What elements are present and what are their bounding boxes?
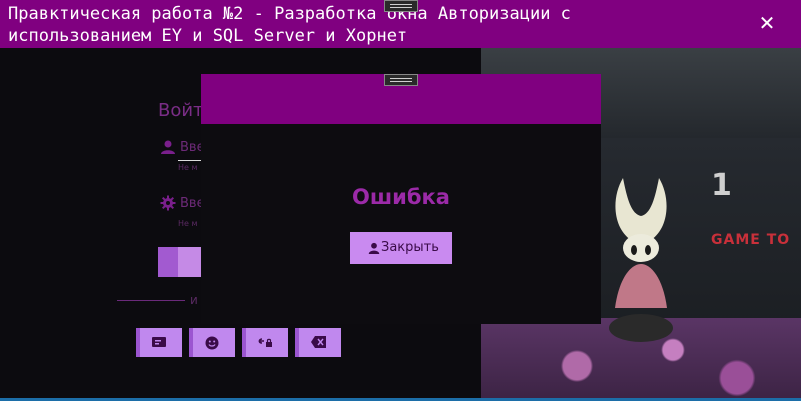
main-window: Правктическая работа №2 - Разработка окн…: [0, 0, 801, 401]
or-divider: [117, 300, 185, 301]
remember-toggle[interactable]: [158, 247, 204, 277]
photo-logo: 1: [711, 168, 732, 203]
user-icon: [161, 140, 175, 154]
link-login-button[interactable]: [242, 328, 288, 357]
photo-brand-text: GAME TO: [711, 232, 791, 248]
dialog-drag-handle[interactable]: [384, 74, 418, 86]
smile-icon: [205, 336, 219, 350]
user-icon: [368, 242, 380, 254]
gear-icon: [160, 195, 176, 211]
error-dialog-title: Ошибка: [352, 185, 450, 209]
or-text: и: [190, 293, 198, 307]
card-login-button[interactable]: [136, 328, 182, 357]
link-lock-icon: [258, 338, 272, 347]
close-dialog-label: Закрыть: [381, 240, 439, 255]
clear-button[interactable]: [295, 328, 341, 357]
error-dialog: Ошибка Закрыть: [201, 74, 601, 324]
figurine-image: [609, 178, 673, 342]
login-hint: Не м: [178, 163, 198, 172]
face-login-button[interactable]: [189, 328, 235, 357]
login-form-title: Войт: [158, 100, 204, 121]
close-icon[interactable]: ✕: [754, 10, 780, 36]
window-drag-handle[interactable]: [384, 0, 418, 12]
password-hint: Не м: [178, 219, 198, 228]
card-icon: [152, 337, 166, 347]
window-title: Правктическая работа №2 - Разработка окн…: [8, 4, 571, 46]
close-dialog-button[interactable]: Закрыть: [350, 232, 452, 264]
backspace-icon: [311, 336, 326, 348]
